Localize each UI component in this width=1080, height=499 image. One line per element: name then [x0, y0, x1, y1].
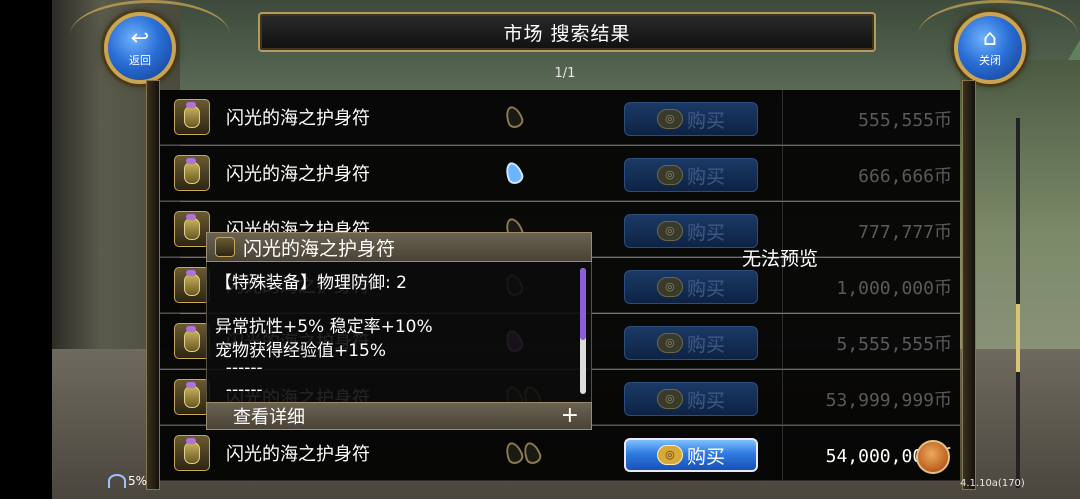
buy-button[interactable]: ◎ 购买	[624, 438, 758, 472]
amulet-icon	[174, 435, 210, 471]
tooltip-body[interactable]: 【特殊装备】物理防御: 2 异常抗性+5% 稳定率+10% 宠物获得经验值+15% …	[206, 262, 592, 402]
list-frame-left	[146, 80, 160, 490]
gem-icon	[186, 326, 196, 332]
feather-icon	[502, 103, 526, 131]
tooltip-scrollbar[interactable]	[580, 268, 586, 394]
column-divider	[782, 314, 783, 369]
amulet-icon	[174, 267, 210, 303]
coin-icon: ◎	[656, 221, 683, 241]
tooltip-scrollbar-thumb[interactable]	[580, 268, 586, 340]
tooltip-header: 闪光的海之护身符	[206, 232, 592, 262]
buy-row: ◎ 购买 54,000,000币	[614, 426, 960, 481]
item-row[interactable]: 闪光的海之护身符	[160, 146, 614, 201]
feather-slots	[502, 103, 526, 131]
item-price: 555,555币	[858, 110, 952, 131]
battery-text: 5%	[128, 474, 148, 488]
buy-button[interactable]: ◎ 购买	[624, 102, 758, 136]
plus-icon: +	[560, 403, 579, 428]
buy-row: ◎ 购买 53,999,999币	[614, 370, 960, 425]
tooltip-line: ------	[215, 380, 263, 400]
buy-button-label: 购买	[686, 277, 725, 300]
screen-cutout-bar	[0, 0, 52, 499]
item-price: 666,666币	[858, 166, 952, 187]
buy-button-label: 购买	[686, 221, 725, 244]
view-details-button[interactable]: 查看详细 +	[206, 402, 592, 430]
status-battery: 5%	[108, 474, 147, 488]
amulet-icon	[174, 211, 210, 247]
column-divider	[782, 370, 783, 425]
pet-avatar-icon[interactable]	[916, 440, 950, 474]
feather-slots	[502, 439, 544, 467]
gem-icon	[186, 382, 196, 388]
feather-icon	[502, 439, 526, 467]
buy-row: ◎ 购买 555,555币	[614, 90, 960, 145]
amulet-icon	[174, 155, 210, 191]
coin-icon: ◎	[656, 277, 683, 297]
gem-icon	[186, 102, 196, 108]
buy-button-label: 购买	[686, 165, 725, 188]
no-preview-label: 无法预览	[742, 248, 819, 270]
view-details-label: 查看详细	[233, 407, 305, 428]
buy-button[interactable]: ◎ 购买	[624, 214, 758, 248]
amulet-icon	[174, 379, 210, 415]
coin-icon: ◎	[656, 389, 683, 409]
item-name: 闪光的海之护身符	[226, 444, 370, 465]
buy-button-label: 购买	[686, 445, 725, 468]
item-name: 闪光的海之护身符	[226, 164, 370, 185]
signal-icon	[108, 474, 126, 488]
list-frame-right	[962, 80, 976, 490]
feather-icon	[520, 439, 544, 467]
tooltip-item-name: 闪光的海之护身符	[243, 237, 396, 260]
coin-icon: ◎	[656, 333, 683, 353]
buy-button[interactable]: ◎ 购买	[624, 270, 758, 304]
list-scrollbar-thumb[interactable]	[1016, 304, 1020, 372]
tooltip-line: 【特殊装备】物理防御: 2	[215, 273, 407, 293]
item-name: 闪光的海之护身符	[226, 108, 370, 129]
item-price: 5,555,555币	[836, 334, 952, 355]
back-button[interactable]: ↩ 返回	[104, 12, 176, 84]
feather-slots	[502, 159, 526, 187]
page-indicator: 1/1	[554, 66, 576, 81]
item-price: 777,777币	[858, 222, 952, 243]
buy-row: ◎ 购买 666,666币	[614, 146, 960, 201]
gem-icon	[186, 214, 196, 220]
market-header: 市场 搜索结果	[258, 12, 876, 52]
tooltip-line: ------	[215, 358, 263, 378]
coin-icon: ◎	[656, 109, 683, 129]
buy-button[interactable]: ◎ 购买	[624, 326, 758, 360]
item-row[interactable]: 闪光的海之护身符	[160, 90, 614, 145]
buy-button-label: 购买	[686, 389, 725, 412]
column-divider	[782, 90, 783, 145]
gem-icon	[186, 270, 196, 276]
column-divider	[782, 146, 783, 201]
coin-icon: ◎	[656, 445, 683, 465]
home-icon: ⌂	[983, 26, 997, 51]
amulet-icon	[174, 99, 210, 135]
column-divider	[782, 426, 783, 481]
coin-icon: ◎	[656, 165, 683, 185]
gem-icon	[186, 438, 196, 444]
version-text: 4.1.10a(170)	[960, 478, 1025, 489]
feather-icon	[502, 159, 526, 187]
buy-row: ◎ 购买 5,555,555币	[614, 314, 960, 369]
amulet-icon	[215, 237, 235, 257]
page-title: 市场 搜索结果	[503, 22, 631, 45]
list-scrollbar[interactable]	[1016, 118, 1020, 488]
item-price: 1,000,000币	[836, 278, 952, 299]
gem-icon	[186, 158, 196, 164]
item-row[interactable]: 闪光的海之护身符	[160, 426, 614, 481]
buy-button[interactable]: ◎ 购买	[624, 382, 758, 416]
return-arrow-icon: ↩	[130, 26, 150, 51]
back-button-label: 返回	[129, 54, 151, 67]
buy-button[interactable]: ◎ 购买	[624, 158, 758, 192]
item-price: 53,999,999币	[825, 390, 952, 411]
amulet-icon	[174, 323, 210, 359]
buy-button-label: 购买	[686, 109, 725, 132]
close-button[interactable]: ⌂ 关闭	[954, 12, 1026, 84]
tooltip-line: 异常抗性+5% 稳定率+10%	[215, 317, 433, 337]
buy-price-list: ◎ 购买 555,555币 ◎ 购买 666,666币 ◎ 购买 777,777币 ◎ 购买 1,00…	[614, 90, 960, 490]
buy-button-label: 购买	[686, 333, 725, 356]
close-button-label: 关闭	[979, 54, 1001, 67]
